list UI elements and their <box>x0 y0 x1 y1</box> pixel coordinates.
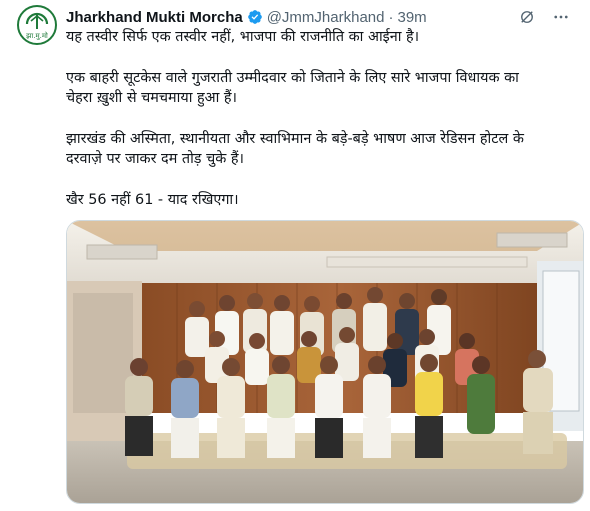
verified-badge-icon <box>247 10 262 24</box>
separator-dot: · <box>388 8 394 26</box>
tweet-text-line: दरवाज़े पर जाकर दम तोड़ चुके हैं। <box>66 151 244 167</box>
tweet-text-line: यह तस्वीर सिर्फ एक तस्वीर नहीं, भाजपा की… <box>66 29 420 45</box>
tweet-photo[interactable] <box>66 220 584 504</box>
tweet-text-line: झारखंड की अस्मिता, स्थानीयता और स्वाभिमा… <box>66 130 524 147</box>
tweet[interactable]: झा.मु.मो Jharkhand Mukti Morcha @JmmJhar… <box>0 0 590 511</box>
avatar-text: झा.मु.मो <box>26 31 48 40</box>
avatar[interactable]: झा.मु.मो <box>17 5 57 45</box>
tweet-text-line: खैर 56 नहीं 61 - याद रखिएगा। <box>66 191 239 208</box>
grok-icon[interactable] <box>518 8 536 26</box>
author-name[interactable]: Jharkhand Mukti Morcha <box>66 9 243 26</box>
tweet-header: Jharkhand Mukti Morcha @JmmJharkhand · 3… <box>66 6 570 28</box>
group-photo-icon <box>67 221 583 503</box>
jmm-logo-icon: झा.मु.मो <box>20 8 54 42</box>
more-icon[interactable] <box>552 8 570 26</box>
tweet-timestamp[interactable]: 39m <box>397 9 426 26</box>
tweet-text: यह तस्वीर सिर्फ एक तस्वीर नहीं, भाजपा की… <box>66 27 576 210</box>
tweet-text-line: चेहरा ख़ुशी से चमचमाया हुआ हैं। <box>66 90 238 106</box>
author-handle[interactable]: @JmmJharkhand <box>267 9 385 26</box>
tweet-text-line: एक बाहरी सूटकेस वाले गुजराती उम्मीदवार क… <box>66 69 519 86</box>
